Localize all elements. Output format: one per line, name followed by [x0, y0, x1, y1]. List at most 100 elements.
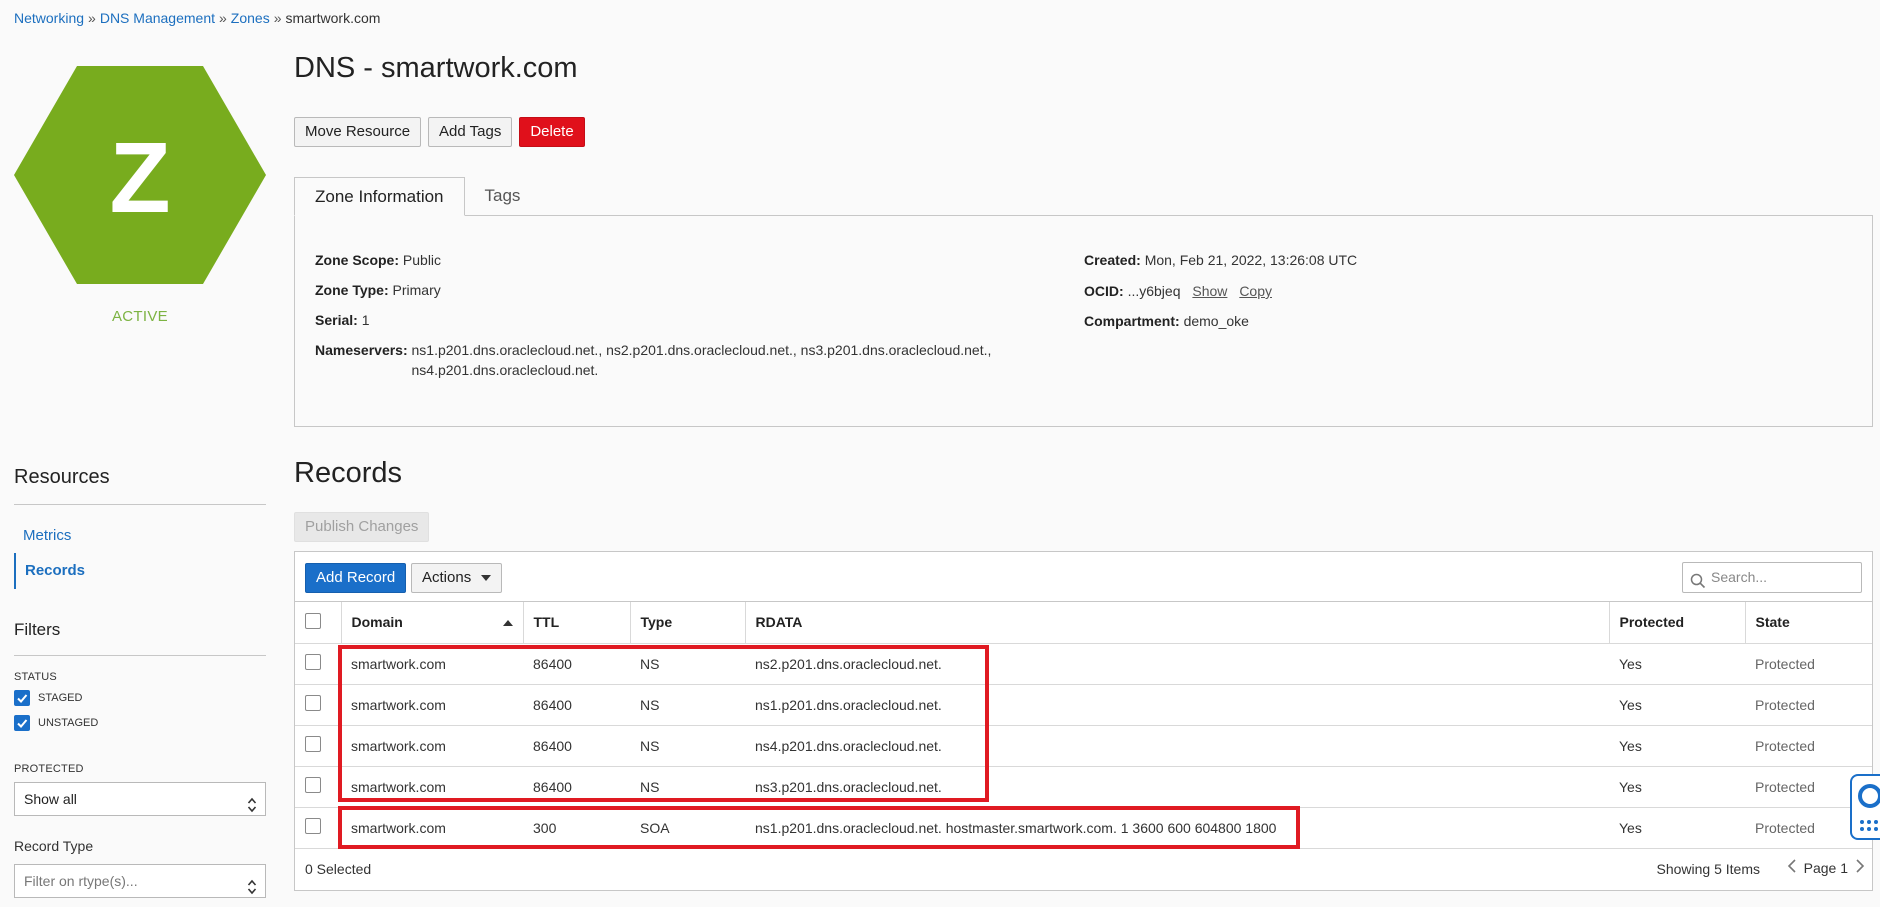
- cell-protected: Yes: [1609, 807, 1745, 849]
- search-input[interactable]: Search...: [1682, 562, 1862, 593]
- cell-state: Protected: [1745, 643, 1872, 685]
- help-lifebuoy-icon[interactable]: [1850, 774, 1880, 840]
- row-checkbox[interactable]: [305, 818, 321, 834]
- status-staged-label: STAGED: [38, 692, 83, 704]
- sidebar-item-records[interactable]: Records: [14, 553, 266, 589]
- zone-type-row: Zone Type: Primary: [315, 280, 441, 300]
- cell-rdata: ns1.p201.dns.oraclecloud.net. hostmaster…: [745, 807, 1609, 849]
- checkbox-checked-icon[interactable]: [14, 715, 30, 731]
- breadcrumb-separator: »: [219, 10, 227, 26]
- ocid-show-link[interactable]: Show: [1192, 283, 1227, 299]
- cell-type: NS: [630, 643, 745, 685]
- cell-protected: Yes: [1609, 766, 1745, 808]
- caret-down-icon: [481, 575, 492, 582]
- ocid-row: OCID: ...y6bjeq Show Copy: [1084, 281, 1272, 301]
- row-checkbox[interactable]: [305, 777, 321, 793]
- records-heading: Records: [294, 457, 402, 489]
- table-row: smartwork.com 86400 NS ns2.p201.dns.orac…: [295, 643, 1872, 685]
- row-select-cell: [295, 766, 341, 808]
- page-title: DNS - smartwork.com: [294, 52, 578, 84]
- move-resource-button[interactable]: Move Resource: [294, 117, 422, 147]
- cell-ttl: 86400: [523, 684, 630, 726]
- detail-tabs: Zone Information Tags: [294, 177, 540, 216]
- protected-filter-caption: PROTECTED: [14, 763, 84, 775]
- sidebar-item-metrics[interactable]: Metrics: [14, 518, 266, 554]
- cell-type: NS: [630, 684, 745, 726]
- breadcrumb-zones[interactable]: Zones: [231, 10, 270, 26]
- status-unstaged-label: UNSTAGED: [38, 717, 99, 729]
- filters-heading: Filters: [14, 620, 61, 639]
- column-header-state[interactable]: State: [1745, 602, 1872, 644]
- row-select-cell: [295, 643, 341, 685]
- cell-domain: smartwork.com: [341, 643, 523, 685]
- cell-protected: Yes: [1609, 725, 1745, 767]
- breadcrumb-networking[interactable]: Networking: [14, 10, 84, 26]
- breadcrumb: Networking» DNS Management» Zones» smartwor…: [14, 10, 380, 26]
- checkbox-checked-icon[interactable]: [14, 690, 30, 706]
- table-header-row: Domain TTL Type RDATA Protected State: [295, 602, 1872, 644]
- record-type-label: Record Type: [14, 838, 94, 854]
- column-header-type[interactable]: Type: [630, 602, 746, 644]
- tab-tags[interactable]: Tags: [465, 177, 541, 216]
- zone-scope-label: Zone Scope:: [315, 252, 400, 268]
- cell-rdata: ns2.p201.dns.oraclecloud.net.: [745, 643, 1609, 685]
- column-header-domain[interactable]: Domain: [341, 602, 524, 644]
- ocid-label: OCID:: [1084, 283, 1124, 299]
- column-header-protected[interactable]: Protected: [1609, 602, 1746, 644]
- column-header-domain-label: Domain: [351, 614, 403, 631]
- compartment-row: Compartment: demo_oke: [1084, 311, 1249, 331]
- column-header-rdata[interactable]: RDATA: [745, 602, 1610, 644]
- cell-state: Protected: [1745, 725, 1872, 767]
- actions-menu-button[interactable]: Actions: [411, 563, 503, 593]
- row-checkbox[interactable]: [305, 736, 321, 752]
- cell-protected: Yes: [1609, 643, 1745, 685]
- cell-rdata: ns1.p201.dns.oraclecloud.net.: [745, 684, 1609, 726]
- nameservers-label: Nameservers:: [315, 342, 408, 358]
- publish-changes-button[interactable]: Publish Changes: [294, 512, 430, 542]
- breadcrumb-dns-management[interactable]: DNS Management: [100, 10, 215, 26]
- delete-button[interactable]: Delete: [519, 117, 585, 147]
- selected-count: 0 Selected: [305, 861, 372, 877]
- row-checkbox[interactable]: [305, 695, 321, 711]
- serial-label: Serial:: [315, 312, 358, 328]
- created-value: Mon, Feb 21, 2022, 13:26:08 UTC: [1144, 252, 1358, 268]
- ocid-copy-link[interactable]: Copy: [1239, 283, 1272, 299]
- records-table: Domain TTL Type RDATA Protected State sm…: [295, 602, 1872, 849]
- protected-select[interactable]: Show all: [14, 782, 266, 816]
- nameservers-row: Nameservers: ns1.p201.dns.oraclecloud.ne…: [315, 340, 1012, 380]
- row-checkbox[interactable]: [305, 654, 321, 670]
- cell-ttl: 86400: [523, 766, 630, 808]
- previous-page-icon[interactable]: [1786, 858, 1798, 877]
- cell-domain: smartwork.com: [341, 725, 523, 767]
- compartment-value: demo_oke: [1183, 313, 1249, 329]
- hexagon-letter: Z: [109, 122, 170, 234]
- select-chevron-icon: [247, 792, 257, 824]
- cell-type: NS: [630, 725, 745, 767]
- cell-rdata: ns3.p201.dns.oraclecloud.net.: [745, 766, 1609, 808]
- sort-ascending-icon[interactable]: [502, 620, 513, 627]
- cell-ttl: 86400: [523, 643, 630, 685]
- filters-divider: [14, 655, 266, 656]
- next-page-icon[interactable]: [1854, 858, 1866, 877]
- breadcrumb-separator: »: [88, 10, 96, 26]
- cell-ttl: 86400: [523, 725, 630, 767]
- created-label: Created:: [1084, 252, 1141, 268]
- record-type-placeholder: Filter on rtype(s)...: [24, 873, 138, 889]
- breadcrumb-separator: »: [273, 10, 282, 26]
- record-type-select[interactable]: Filter on rtype(s)...: [14, 864, 266, 898]
- add-tags-button[interactable]: Add Tags: [428, 117, 513, 147]
- breadcrumb-current: smartwork.com: [285, 10, 381, 26]
- cell-domain: smartwork.com: [341, 766, 523, 808]
- add-record-button[interactable]: Add Record: [305, 563, 407, 593]
- compartment-label: Compartment:: [1084, 313, 1180, 329]
- resource-status: ACTIVE: [112, 308, 168, 325]
- page-number: Page 1: [1803, 859, 1848, 876]
- cell-type: NS: [630, 766, 745, 808]
- zone-scope-row: Zone Scope: Public: [315, 250, 441, 270]
- column-header-ttl[interactable]: TTL: [523, 602, 631, 644]
- select-all-checkbox[interactable]: [305, 612, 321, 629]
- status-unstaged-checkbox[interactable]: UNSTAGED: [14, 714, 98, 732]
- tab-zone-information[interactable]: Zone Information: [294, 177, 465, 216]
- row-select-cell: [295, 725, 341, 767]
- status-staged-checkbox[interactable]: STAGED: [14, 689, 82, 707]
